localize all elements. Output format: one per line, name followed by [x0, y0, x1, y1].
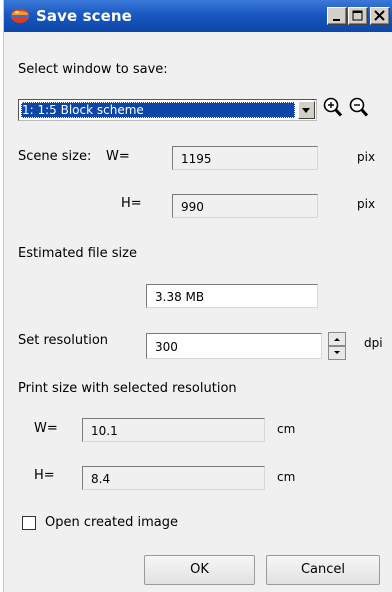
zoom-in-button[interactable] — [321, 96, 345, 120]
minimize-button[interactable] — [327, 7, 347, 25]
scene-height-field: 990 — [172, 194, 318, 218]
cancel-button[interactable]: Cancel — [266, 555, 380, 585]
print-height-field: 8.4 — [82, 466, 265, 490]
chevron-down-icon — [302, 108, 310, 113]
set-resolution-label: Set resolution — [18, 333, 109, 348]
close-button[interactable] — [370, 7, 390, 25]
resolution-spinner[interactable] — [328, 332, 346, 360]
resolution-unit: dpi — [364, 336, 383, 350]
minimize-icon — [333, 19, 340, 21]
scene-width-unit: pix — [357, 150, 376, 164]
scene-width-label: W= — [106, 149, 130, 164]
maximize-button[interactable] — [348, 7, 368, 25]
scene-size-label: Scene size: — [18, 149, 92, 164]
print-size-label: Print size with selected resolution — [18, 381, 237, 396]
scene-height-unit: pix — [357, 197, 376, 211]
spin-down-button[interactable] — [328, 346, 346, 360]
scene-width-field: 1195 — [172, 146, 318, 170]
close-icon — [374, 10, 385, 21]
scene-height-label: H= — [121, 196, 142, 211]
open-image-checkbox[interactable] — [22, 516, 36, 530]
arrow-down-icon — [334, 351, 340, 354]
print-height-unit: cm — [277, 470, 296, 484]
zoom-out-icon — [349, 97, 369, 117]
maximize-icon — [352, 10, 363, 21]
select-window-label: Select window to save: — [18, 62, 168, 77]
print-height-label: H= — [34, 468, 55, 483]
window-select[interactable]: 1: 1:5 Block scheme — [18, 99, 317, 121]
resolution-input[interactable]: 300 — [146, 333, 322, 359]
print-width-unit: cm — [277, 422, 296, 436]
zoom-in-icon — [323, 97, 343, 117]
window-title: Save scene — [36, 7, 132, 25]
zoom-out-button[interactable] — [347, 96, 371, 120]
spin-up-button[interactable] — [328, 332, 346, 346]
print-width-label: W= — [34, 421, 58, 436]
open-image-label[interactable]: Open created image — [45, 515, 178, 530]
app-sphere-icon — [10, 7, 30, 25]
ok-button[interactable]: OK — [144, 555, 255, 585]
save-scene-dialog: Save scene Select window to save: 1: 1:5… — [3, 0, 392, 592]
file-size-field: 3.38 MB — [146, 284, 318, 308]
arrow-up-icon — [334, 338, 340, 341]
dropdown-button[interactable] — [298, 101, 315, 119]
estimated-file-size-label: Estimated file size — [18, 246, 137, 261]
print-width-field: 10.1 — [82, 418, 265, 442]
window-select-value: 1: 1:5 Block scheme — [21, 102, 295, 118]
title-bar[interactable]: Save scene — [4, 0, 392, 32]
